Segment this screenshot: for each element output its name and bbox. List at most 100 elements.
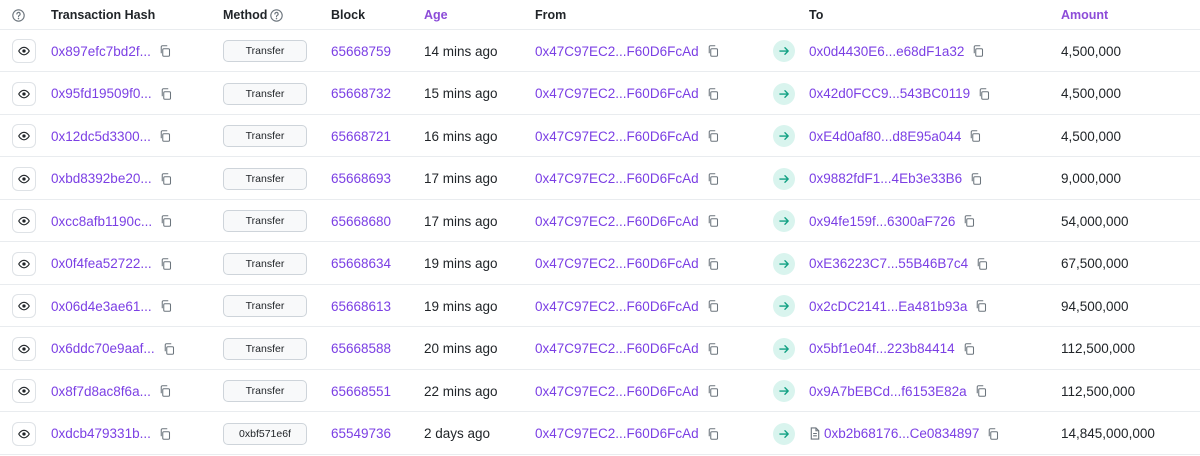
from-address-link[interactable]: 0x47C97EC2...F60D6FcAd — [535, 129, 699, 144]
copy-icon[interactable] — [160, 215, 172, 227]
copy-icon[interactable] — [163, 342, 175, 355]
block-link[interactable]: 65668634 — [331, 256, 391, 271]
to-address-link[interactable]: 0x9882fdF1...4Eb3e33B6 — [809, 171, 962, 186]
transaction-hash-link[interactable]: 0x8f7d8ac8f6a... — [51, 384, 151, 399]
transaction-hash-link[interactable]: 0x897efc7bd2f... — [51, 44, 151, 59]
copy-icon[interactable] — [969, 130, 981, 142]
header-amount-toggle[interactable]: Amount — [1061, 0, 1108, 30]
copy-icon[interactable] — [972, 45, 984, 57]
to-address-link[interactable]: 0xE36223C7...55B46B7c4 — [809, 256, 968, 271]
copy-icon[interactable] — [970, 172, 982, 185]
copy-icon[interactable] — [707, 45, 719, 57]
to-address-link[interactable]: 0x9A7bEBCd...f6153E82a — [809, 384, 967, 399]
view-details-button[interactable] — [12, 124, 36, 148]
copy-icon[interactable] — [975, 300, 987, 312]
age-cell: 19 mins ago — [424, 285, 498, 327]
copy-icon[interactable] — [160, 172, 172, 185]
to-address-link[interactable]: 0x0d4430E6...e68dF1a32 — [809, 44, 964, 59]
copy-icon[interactable] — [707, 130, 719, 142]
copy-icon[interactable] — [160, 87, 172, 100]
to-address-link[interactable]: 0x94fe159f...6300aF726 — [809, 214, 955, 229]
copy-icon[interactable] — [978, 87, 990, 100]
copy-icon[interactable] — [159, 130, 171, 142]
copy-icon[interactable] — [976, 257, 988, 270]
amount-value: 112,500,000 — [1061, 383, 1136, 399]
transaction-hash-link[interactable]: 0xdcb479331b... — [51, 426, 151, 441]
copy-icon[interactable] — [707, 342, 719, 355]
view-details-button[interactable] — [12, 209, 36, 233]
to-address-link[interactable]: 0xE4d0af80...d8E95a044 — [809, 129, 961, 144]
block-link[interactable]: 65668588 — [331, 341, 391, 356]
transaction-hash-link[interactable]: 0x95fd19509f0... — [51, 86, 152, 101]
transaction-hash-link[interactable]: 0xcc8afb1190c... — [51, 214, 152, 229]
view-cell — [12, 243, 38, 285]
block-link[interactable]: 65668721 — [331, 129, 391, 144]
copy-icon[interactable] — [707, 172, 719, 185]
view-details-button[interactable] — [12, 166, 36, 191]
to-address-link[interactable]: 0x42d0FCC9...543BC0119 — [809, 86, 970, 101]
transaction-hash-link[interactable]: 0xbd8392be20... — [51, 171, 152, 186]
copy-icon[interactable] — [160, 300, 172, 312]
table-row: 0x06d4e3ae61... Transfer 65668613 19 min… — [0, 285, 1200, 327]
view-details-button[interactable] — [12, 294, 36, 318]
question-circle-icon[interactable] — [12, 8, 25, 22]
block-link[interactable]: 65549736 — [331, 426, 391, 441]
to-cell: 0x9882fdF1...4Eb3e33B6 — [809, 158, 982, 200]
from-address-link[interactable]: 0x47C97EC2...F60D6FcAd — [535, 341, 699, 356]
copy-icon[interactable] — [987, 427, 999, 440]
to-address-link[interactable]: 0x5bf1e04f...223b84414 — [809, 341, 955, 356]
block-cell: 65668759 — [331, 30, 391, 72]
to-cell: 0x2cDC2141...Ea481b93a — [809, 285, 987, 327]
from-address-link[interactable]: 0x47C97EC2...F60D6FcAd — [535, 299, 699, 314]
view-details-button[interactable] — [12, 251, 36, 276]
block-link[interactable]: 65668680 — [331, 214, 391, 229]
method-cell: Transfer — [223, 30, 307, 72]
hash-cell: 0x95fd19509f0... — [51, 73, 172, 115]
from-address-link[interactable]: 0x47C97EC2...F60D6FcAd — [535, 86, 699, 101]
view-details-button[interactable] — [12, 421, 36, 446]
copy-icon[interactable] — [160, 257, 172, 270]
copy-icon[interactable] — [707, 87, 719, 100]
transaction-hash-link[interactable]: 0x06d4e3ae61... — [51, 299, 152, 314]
direction-cell — [773, 243, 795, 285]
eye-icon — [18, 429, 30, 438]
view-details-button[interactable] — [12, 336, 36, 361]
direction-cell — [773, 115, 795, 157]
direction-cell — [773, 30, 795, 72]
view-details-button[interactable] — [12, 81, 36, 106]
copy-icon[interactable] — [707, 257, 719, 270]
transaction-hash-link[interactable]: 0x6ddc70e9aaf... — [51, 341, 155, 356]
copy-icon[interactable] — [159, 427, 171, 440]
from-address-link[interactable]: 0x47C97EC2...F60D6FcAd — [535, 256, 699, 271]
view-details-button[interactable] — [12, 379, 36, 403]
copy-icon[interactable] — [159, 385, 171, 397]
hash-cell: 0x8f7d8ac8f6a... — [51, 370, 171, 412]
copy-icon[interactable] — [707, 300, 719, 312]
view-details-button[interactable] — [12, 39, 36, 63]
transaction-hash-link[interactable]: 0x12dc5d3300... — [51, 129, 151, 144]
from-address-link[interactable]: 0x47C97EC2...F60D6FcAd — [535, 426, 699, 441]
block-link[interactable]: 65668732 — [331, 86, 391, 101]
copy-icon[interactable] — [975, 385, 987, 397]
block-link[interactable]: 65668551 — [331, 384, 391, 399]
question-circle-icon[interactable] — [270, 8, 284, 22]
copy-icon[interactable] — [159, 45, 171, 57]
from-address-link[interactable]: 0x47C97EC2...F60D6FcAd — [535, 384, 699, 399]
block-link[interactable]: 65668759 — [331, 44, 391, 59]
to-address-link[interactable]: 0x2cDC2141...Ea481b93a — [809, 299, 967, 314]
copy-icon[interactable] — [963, 215, 975, 227]
from-address-link[interactable]: 0x47C97EC2...F60D6FcAd — [535, 214, 699, 229]
age-cell: 20 mins ago — [424, 328, 498, 370]
block-link[interactable]: 65668613 — [331, 299, 391, 314]
to-address-link[interactable]: 0xb2b68176...Ce0834897 — [824, 426, 979, 441]
block-link[interactable]: 65668693 — [331, 171, 391, 186]
table-header: Transaction Hash Method Block Age From T… — [0, 0, 1200, 30]
transaction-hash-link[interactable]: 0x0f4fea52722... — [51, 256, 152, 271]
copy-icon[interactable] — [707, 427, 719, 440]
header-age-toggle[interactable]: Age — [424, 0, 448, 30]
copy-icon[interactable] — [963, 342, 975, 355]
copy-icon[interactable] — [707, 385, 719, 397]
from-address-link[interactable]: 0x47C97EC2...F60D6FcAd — [535, 44, 699, 59]
from-address-link[interactable]: 0x47C97EC2...F60D6FcAd — [535, 171, 699, 186]
copy-icon[interactable] — [707, 215, 719, 227]
